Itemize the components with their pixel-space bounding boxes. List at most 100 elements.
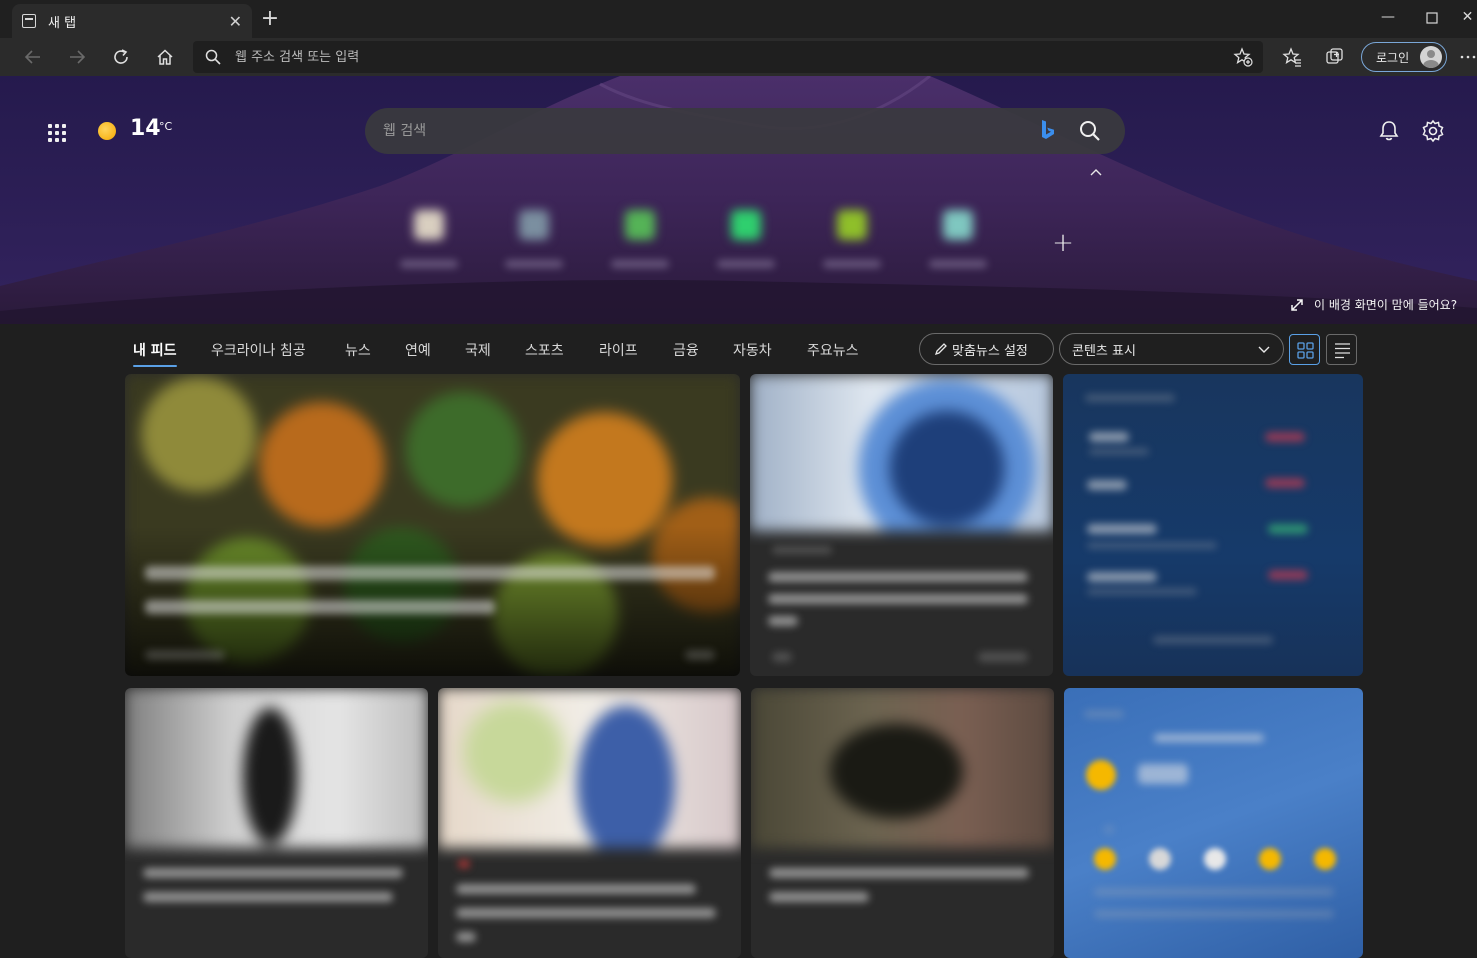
tab-title: 새 탭: [48, 15, 77, 31]
bing-icon[interactable]: [1039, 119, 1057, 143]
tab-finance[interactable]: 금융: [673, 340, 699, 360]
avatar: [1420, 46, 1442, 68]
tab-news[interactable]: 뉴스: [345, 340, 371, 360]
more-icon: [1460, 55, 1476, 59]
tab-top-news[interactable]: 주요뉴스: [807, 340, 859, 360]
quicklink-icon: [519, 210, 549, 240]
news-card[interactable]: [438, 688, 741, 958]
forward-button[interactable]: [63, 43, 91, 71]
hero-background: 14 °C + 이 배경 화면이 맘에 들어요?: [0, 76, 1477, 324]
login-label: 로그인: [1376, 50, 1410, 65]
weather-unit: °C: [159, 120, 173, 133]
maximize-icon: [1426, 12, 1438, 24]
tab-strip: 새 탭 ✕ + — ✕: [0, 0, 1477, 38]
forward-arrow-icon: [70, 50, 86, 64]
sun-icon: [1086, 760, 1116, 790]
weather-widget[interactable]: [1064, 688, 1363, 958]
web-search-box[interactable]: [365, 108, 1125, 154]
add-quicklink-button[interactable]: +: [1052, 230, 1074, 256]
grid-layout-button[interactable]: [1289, 334, 1320, 365]
tab-entertainment[interactable]: 연예: [405, 340, 431, 360]
expand-icon: [1291, 298, 1303, 311]
home-icon: [157, 49, 173, 65]
back-arrow-icon: [24, 50, 40, 64]
search-icon: [205, 49, 221, 65]
tab-autos[interactable]: 자동차: [733, 340, 772, 360]
browser-toolbar: 로그인: [0, 38, 1477, 76]
list-layout-button[interactable]: [1326, 334, 1357, 365]
tab-my-feed[interactable]: 내 피드: [133, 340, 177, 367]
home-button[interactable]: [151, 43, 179, 71]
more-button[interactable]: [1459, 43, 1477, 71]
markets-widget[interactable]: [1063, 374, 1363, 676]
tab-ukraine[interactable]: 우크라이나 침공: [211, 340, 306, 360]
grid-layout-icon: [1297, 342, 1314, 359]
quicklink-icon: [943, 210, 973, 240]
quicklink-label: [505, 260, 563, 268]
quicklink-icon: [837, 210, 867, 240]
feed-navigation: 내 피드 우크라이나 침공 뉴스 연예 국제 스포츠 라이프 금융 자동차 주요…: [0, 324, 1477, 374]
quicklink-tile[interactable]: [809, 210, 893, 280]
quicklink-icon: [625, 210, 655, 240]
maximize-button[interactable]: [1419, 6, 1445, 30]
new-tab-button[interactable]: +: [256, 6, 284, 34]
quicklink-tile[interactable]: [386, 210, 470, 280]
web-search-input[interactable]: [381, 122, 1021, 140]
tab-sports[interactable]: 스포츠: [525, 340, 564, 360]
address-input[interactable]: [233, 48, 1133, 66]
back-button[interactable]: [19, 43, 47, 71]
address-bar[interactable]: [193, 41, 1263, 73]
personalize-label: 맞춤뉴스 설정: [952, 343, 1028, 359]
quicklink-icon: [414, 210, 444, 240]
news-card[interactable]: [751, 688, 1054, 958]
sun-icon[interactable]: [98, 122, 116, 140]
gear-icon[interactable]: [1420, 118, 1446, 144]
quicklink-label: [400, 260, 458, 268]
close-window-button[interactable]: ✕: [1458, 6, 1477, 30]
background-feedback[interactable]: 이 배경 화면이 맘에 들어요?: [1290, 296, 1457, 313]
chevron-up-icon: [1090, 169, 1102, 176]
weather-temperature[interactable]: 14: [130, 116, 161, 141]
quicklink-label: [823, 260, 881, 268]
collections-icon: [1326, 48, 1343, 64]
tab-world[interactable]: 국제: [465, 340, 491, 360]
news-card[interactable]: [125, 688, 428, 958]
news-card[interactable]: [750, 374, 1053, 676]
quicklink-label: [929, 260, 987, 268]
collapse-quicklinks-button[interactable]: [1086, 166, 1106, 182]
news-image: [438, 688, 741, 848]
quicklink-tile[interactable]: [915, 210, 999, 280]
news-image: [750, 374, 1053, 531]
refresh-icon: [114, 49, 128, 64]
quicklink-label: [611, 260, 669, 268]
apps-grid-icon[interactable]: [47, 123, 67, 143]
tab-new-tab[interactable]: 새 탭 ✕: [12, 4, 252, 38]
pencil-icon: [934, 343, 947, 356]
quicklink-label: [717, 260, 775, 268]
news-image: [751, 688, 1054, 848]
bell-icon[interactable]: [1376, 118, 1402, 144]
content-visibility-select[interactable]: 콘텐츠 표시: [1059, 333, 1284, 365]
favorites-button[interactable]: [1278, 43, 1306, 71]
personalize-button[interactable]: 맞춤뉴스 설정: [919, 333, 1054, 365]
quicklink-tile[interactable]: [703, 210, 787, 280]
content-select-value: 콘텐츠 표시: [1072, 343, 1136, 359]
quicklink-icon: [731, 210, 761, 240]
quicklink-tile[interactable]: [491, 210, 575, 280]
refresh-button[interactable]: [107, 43, 135, 71]
login-button[interactable]: 로그인: [1361, 42, 1447, 72]
chevron-down-icon: [1258, 346, 1270, 353]
minimize-button[interactable]: —: [1375, 6, 1401, 30]
search-icon[interactable]: [1079, 120, 1101, 142]
hero-news-card[interactable]: [125, 374, 740, 676]
news-image: [125, 688, 428, 848]
background-feedback-text: 이 배경 화면이 맘에 들어요?: [1314, 298, 1458, 312]
quicklink-tile[interactable]: [597, 210, 681, 280]
list-layout-icon: [1335, 343, 1350, 359]
collections-button[interactable]: [1321, 43, 1349, 71]
tab-life[interactable]: 라이프: [599, 340, 638, 360]
tab-page-icon: [22, 14, 36, 28]
close-tab-icon[interactable]: ✕: [229, 12, 242, 31]
favorites-icon: [1282, 47, 1301, 67]
add-favorite-icon[interactable]: [1233, 47, 1253, 67]
